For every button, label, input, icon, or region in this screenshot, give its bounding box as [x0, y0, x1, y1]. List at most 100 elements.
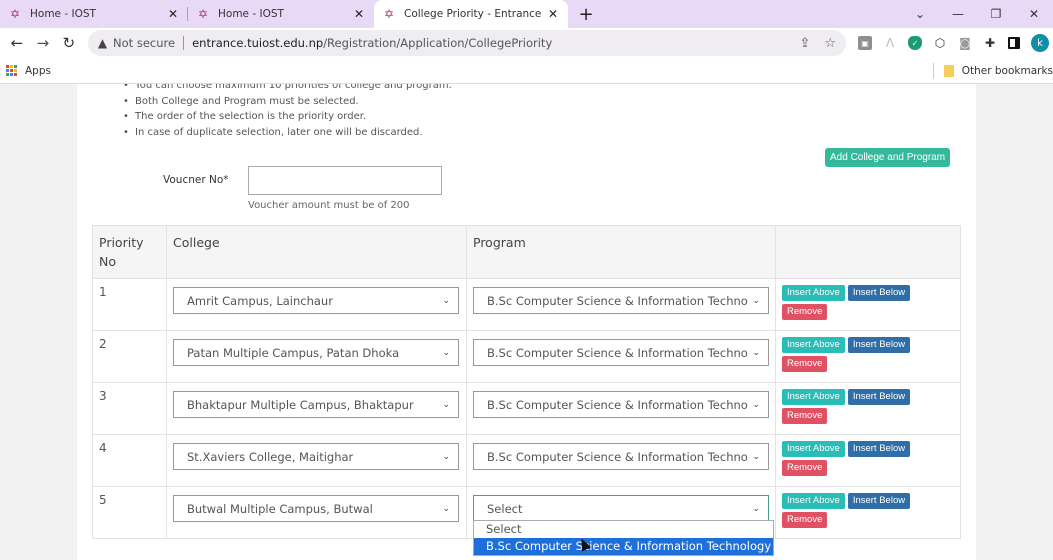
- program-select-value: B.Sc Computer Science & Information Tech…: [487, 397, 748, 412]
- window-controls: ⌄ — ❐ ✕: [901, 0, 1053, 28]
- program-select-value: B.Sc Computer Science & Information Tech…: [487, 345, 748, 360]
- chevron-down-icon: ⌄: [752, 451, 760, 462]
- insert-below-button[interactable]: Insert Below: [847, 337, 911, 353]
- college-cell: Patan Multiple Campus, Patan Dhoka ⌄: [166, 330, 467, 383]
- insert-above-button[interactable]: Insert Above: [782, 285, 845, 301]
- extension-a-icon[interactable]: Λ: [883, 36, 897, 50]
- security-label: Not secure: [113, 36, 176, 50]
- tab-home-2[interactable]: ✡ Home - IOST ✕: [188, 0, 374, 28]
- close-window-icon[interactable]: ✕: [1015, 7, 1053, 21]
- program-select[interactable]: B.Sc Computer Science & Information Tech…: [473, 443, 769, 470]
- header-priority-no: Priority No: [92, 225, 167, 279]
- address-bar[interactable]: ▲ Not secure entrance.tuiost.edu.np /Reg…: [87, 30, 846, 56]
- tab-home-1[interactable]: ✡ Home - IOST ✕: [0, 0, 188, 28]
- close-icon[interactable]: ✕: [354, 7, 364, 21]
- iost-favicon-icon: ✡: [384, 7, 395, 21]
- main-content: You can choose maximum 10 priorities of …: [77, 84, 976, 560]
- program-select-value: B.Sc Computer Science & Information Tech…: [487, 449, 748, 464]
- priority-number: 4: [92, 434, 167, 487]
- back-icon[interactable]: ←: [4, 34, 30, 52]
- tab-college-priority[interactable]: ✡ College Priority - Entrance Regist ✕: [374, 0, 568, 28]
- program-select[interactable]: B.Sc Computer Science & Information Tech…: [473, 391, 769, 418]
- voucher-input[interactable]: [248, 166, 442, 195]
- extension-cube-icon[interactable]: ⬡: [933, 36, 947, 50]
- chevron-down-icon: ⌄: [442, 399, 450, 410]
- chevron-down-icon: ⌄: [442, 451, 450, 462]
- add-college-program-button[interactable]: Add College and Program: [825, 148, 951, 167]
- header-program: Program: [466, 225, 776, 279]
- instruction-item: The order of the selection is the priori…: [123, 109, 452, 125]
- tab-search-icon[interactable]: ⌄: [901, 7, 939, 21]
- college-select-value: St.Xaviers College, Maitighar: [187, 449, 354, 464]
- insert-below-button[interactable]: Insert Below: [847, 389, 911, 405]
- dropdown-option-highlighted[interactable]: B.Sc Computer Science & Information Tech…: [474, 538, 810, 555]
- forward-icon[interactable]: →: [30, 34, 56, 52]
- insert-below-button[interactable]: Insert Below: [847, 285, 911, 301]
- row-actions: Insert Above Insert Below Remove: [782, 441, 922, 476]
- insert-above-button[interactable]: Insert Above: [782, 441, 845, 457]
- college-cell: Amrit Campus, Lainchaur ⌄: [166, 278, 467, 331]
- bookmarks-bar: Apps Other bookmarks: [0, 58, 1053, 84]
- college-select[interactable]: Patan Multiple Campus, Patan Dhoka ⌄: [173, 339, 459, 366]
- new-tab-button[interactable]: +: [572, 0, 600, 28]
- row-actions: Insert Above Insert Below Remove: [782, 389, 922, 424]
- instructions-list: You can choose maximum 10 priorities of …: [123, 84, 452, 141]
- program-cell: B.Sc Computer Science & Information Tech…: [466, 330, 776, 383]
- program-cell: B.Sc Computer Science & Information Tech…: [466, 382, 776, 435]
- warning-icon[interactable]: ▲: [98, 36, 107, 50]
- extensions-puzzle-icon[interactable]: ✚: [983, 36, 997, 50]
- bookmark-star-icon[interactable]: ☆: [824, 36, 836, 51]
- url-host: entrance.tuiost.edu.np: [192, 36, 324, 50]
- divider: [183, 36, 185, 50]
- program-select[interactable]: Select ⌄: [473, 495, 769, 522]
- program-cell: B.Sc Computer Science & Information Tech…: [466, 278, 776, 331]
- reload-icon[interactable]: ↻: [56, 34, 82, 52]
- table-row: 3 Bhaktapur Multiple Campus, Bhaktapur ⌄ B.…: [92, 382, 961, 435]
- apps-link[interactable]: Apps: [25, 65, 51, 77]
- college-select[interactable]: St.Xaviers College, Maitighar ⌄: [173, 443, 459, 470]
- college-select[interactable]: Amrit Campus, Lainchaur ⌄: [173, 287, 459, 314]
- tab-title: Home - IOST: [218, 8, 284, 20]
- side-panel-icon[interactable]: [1008, 37, 1020, 49]
- program-select[interactable]: B.Sc Computer Science & Information Tech…: [473, 339, 769, 366]
- close-icon[interactable]: ✕: [548, 7, 558, 21]
- insert-above-button[interactable]: Insert Above: [782, 337, 845, 353]
- insert-below-button[interactable]: Insert Below: [847, 441, 911, 457]
- other-bookmarks-link[interactable]: Other bookmarks: [962, 65, 1053, 77]
- folder-icon: [943, 64, 954, 77]
- dropdown-option[interactable]: Select: [474, 521, 773, 538]
- apps-grid-icon[interactable]: [6, 65, 17, 76]
- row-actions: Insert Above Insert Below Remove: [782, 493, 922, 528]
- restore-icon[interactable]: ❐: [977, 7, 1015, 21]
- remove-button[interactable]: Remove: [782, 304, 828, 320]
- actions-cell: Insert Above Insert Below Remove: [775, 382, 961, 435]
- insert-below-button[interactable]: Insert Below: [847, 493, 911, 509]
- chevron-down-icon: ⌄: [442, 503, 450, 514]
- instruction-item: In case of duplicate selection, later on…: [123, 125, 452, 141]
- remove-button[interactable]: Remove: [782, 460, 828, 476]
- close-icon[interactable]: ✕: [168, 7, 178, 21]
- insert-above-button[interactable]: Insert Above: [782, 389, 845, 405]
- remove-button[interactable]: Remove: [782, 356, 828, 372]
- college-select-value: Butwal Multiple Campus, Butwal: [187, 501, 373, 516]
- remove-button[interactable]: Remove: [782, 408, 828, 424]
- college-select[interactable]: Bhaktapur Multiple Campus, Bhaktapur ⌄: [173, 391, 459, 418]
- priority-number: 3: [92, 382, 167, 435]
- minimize-icon[interactable]: —: [939, 7, 977, 21]
- college-select[interactable]: Butwal Multiple Campus, Butwal ⌄: [173, 495, 459, 522]
- share-icon[interactable]: ⇪: [799, 36, 810, 51]
- profile-avatar[interactable]: k: [1031, 34, 1049, 52]
- tab-title: Home - IOST: [30, 8, 96, 20]
- chevron-down-icon: ⌄: [752, 399, 760, 410]
- priority-table: Priority No College Program 1 Amrit Campu…: [92, 225, 961, 539]
- extension-screen-icon[interactable]: ▣: [858, 36, 872, 50]
- program-select[interactable]: B.Sc Computer Science & Information Tech…: [473, 287, 769, 314]
- extension-camera-icon[interactable]: ◙: [958, 36, 972, 50]
- remove-button[interactable]: Remove: [782, 512, 828, 528]
- insert-above-button[interactable]: Insert Above: [782, 493, 845, 509]
- url-path: /Registration/Application/CollegePriorit…: [323, 36, 553, 50]
- row-actions: Insert Above Insert Below Remove: [782, 285, 922, 320]
- priority-number: 2: [92, 330, 167, 383]
- extension-shield-icon[interactable]: ✓: [908, 36, 922, 50]
- priority-number: 5: [92, 486, 167, 539]
